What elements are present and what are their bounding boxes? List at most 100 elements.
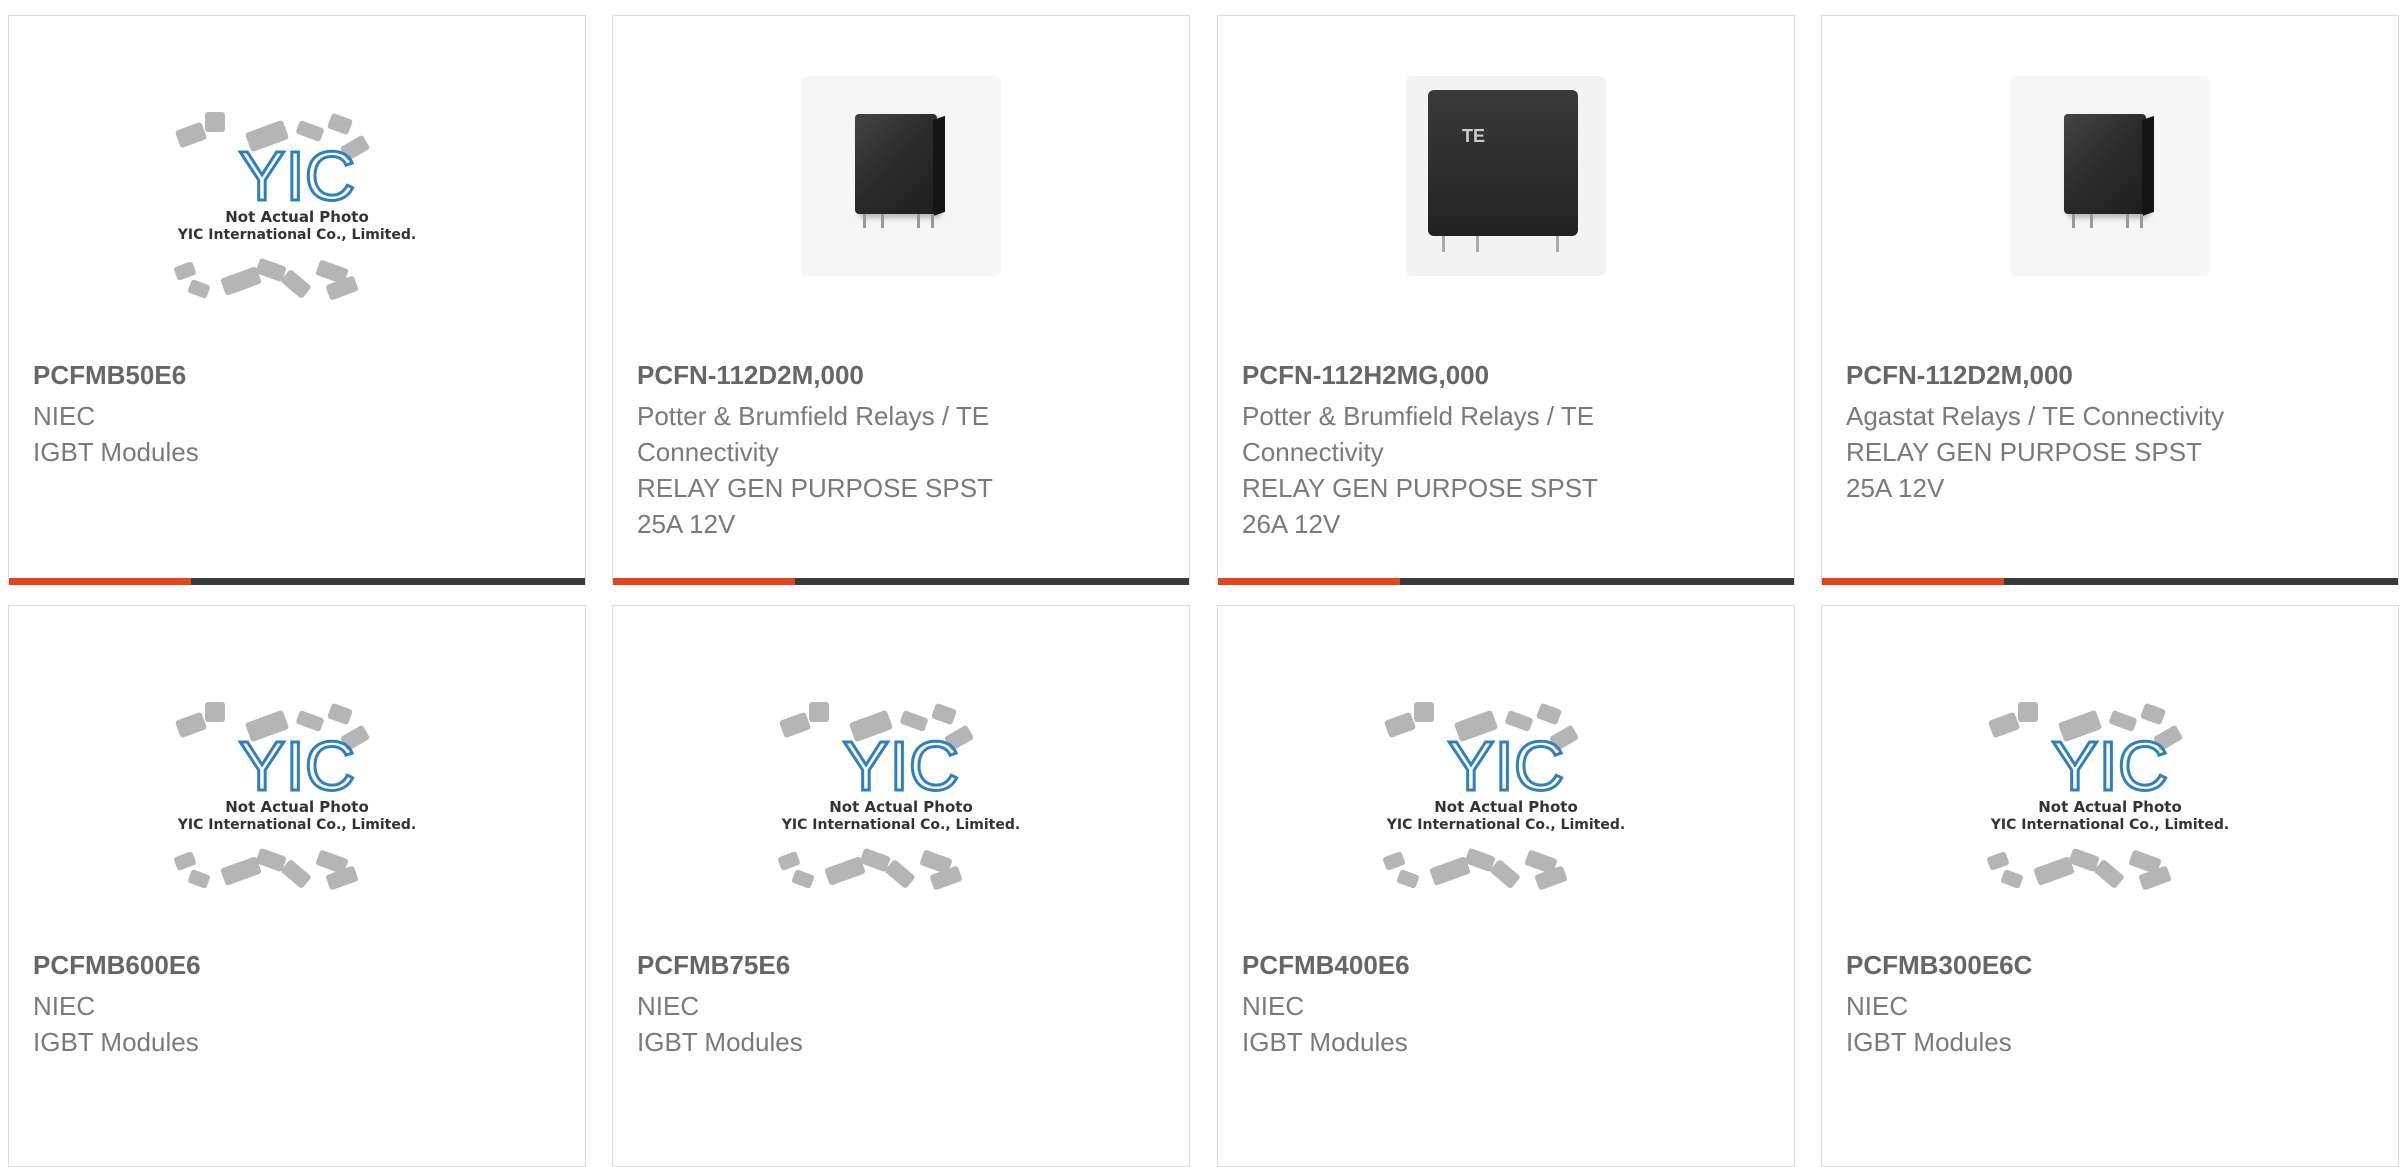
part-number[interactable]: PCFMB400E6 — [1242, 950, 1410, 981]
description-line: NIEC — [1846, 991, 1909, 1021]
placeholder-company: YIC International Co., Limited. — [781, 817, 1021, 833]
description-line: IGBT Modules — [33, 437, 199, 467]
description-line: RELAY GEN PURPOSE SPST — [637, 473, 993, 503]
yic-logo-text: YIC — [843, 727, 960, 805]
chip-icon — [1489, 858, 1521, 890]
product-image[interactable]: YIC Not Actual Photo YIC International Co.… — [147, 666, 447, 906]
part-number[interactable]: PCFN-112D2M,000 — [637, 360, 864, 391]
chip-icon — [280, 268, 312, 300]
description-line: IGBT Modules — [33, 1027, 199, 1057]
yic-logo-text: YIC — [239, 137, 356, 215]
product-image[interactable] — [751, 76, 1051, 316]
placeholder-note: Not Actual Photo — [225, 798, 369, 816]
relay-body — [855, 114, 937, 214]
relay-pin — [1556, 236, 1559, 252]
card-bottom-bar — [613, 578, 1189, 585]
relay-pin — [1442, 236, 1445, 252]
product-description: Potter & Brumfield Relays / TE Connectivi… — [637, 398, 1057, 542]
part-number[interactable]: PCFMB300E6C — [1846, 950, 2032, 981]
description-line: IGBT Modules — [1846, 1027, 2012, 1057]
description-line: RELAY GEN PURPOSE SPST — [1242, 473, 1598, 503]
chip-icon — [187, 279, 211, 299]
relay-side — [2142, 115, 2154, 217]
chip-icon — [777, 851, 801, 871]
placeholder-company: YIC International Co., Limited. — [177, 817, 417, 833]
placeholder-image: YIC Not Actual Photo YIC International Co.… — [147, 666, 447, 906]
chip-icon — [791, 869, 815, 889]
yic-logo-icon: YIC — [237, 136, 357, 216]
chip-icon — [930, 702, 958, 726]
chip-icon — [809, 702, 829, 722]
relay-pin — [917, 214, 920, 228]
product-grid: YIC Not Actual Photo YIC International Co.… — [0, 0, 2400, 1167]
description-line: NIEC — [33, 401, 96, 431]
product-image[interactable]: YIC Not Actual Photo YIC International Co.… — [1356, 666, 1656, 906]
yic-logo-icon: YIC — [841, 726, 961, 806]
relay-pin — [2126, 214, 2129, 228]
product-card[interactable]: YIC Not Actual Photo YIC International Co.… — [8, 15, 586, 585]
product-card[interactable]: YIC Not Actual Photo YIC International Co.… — [1217, 605, 1795, 1167]
chip-icon — [326, 112, 354, 136]
relay-body — [2064, 114, 2146, 214]
yic-logo-icon: YIC — [237, 726, 357, 806]
placeholder-note: Not Actual Photo — [829, 798, 973, 816]
description-line: Potter & Brumfield Relays / TE — [637, 401, 990, 431]
chip-icon — [187, 869, 211, 889]
te-logo-icon: TE — [1462, 126, 1486, 146]
placeholder-note: Not Actual Photo — [1434, 798, 1578, 816]
relay-image — [801, 76, 1001, 276]
description-line: 25A 12V — [1846, 473, 1945, 503]
card-accent-bar — [1822, 578, 2004, 585]
product-card[interactable]: PCFN-112D2M,000 Agastat Relays / TE Conne… — [1821, 15, 2399, 585]
relay-image — [2010, 76, 2210, 276]
relay-pin — [863, 214, 866, 228]
product-card[interactable]: PCFN-112D2M,000 Potter & Brumfield Relays… — [612, 15, 1190, 585]
product-description: Agastat Relays / TE Connectivity RELAY GE… — [1846, 398, 2266, 506]
placeholder-note: Not Actual Photo — [225, 208, 369, 226]
relay-body: TE — [1428, 90, 1578, 236]
part-number[interactable]: PCFMB600E6 — [33, 950, 201, 981]
chip-icon — [2093, 858, 2125, 890]
description-line: RELAY GEN PURPOSE SPST — [1846, 437, 2202, 467]
card-accent-bar — [613, 578, 795, 585]
description-line: NIEC — [637, 991, 700, 1021]
part-number[interactable]: PCFMB50E6 — [33, 360, 186, 391]
relay-pin — [1476, 236, 1479, 252]
yic-logo-text: YIC — [2052, 727, 2169, 805]
yic-logo-text: YIC — [1448, 727, 1565, 805]
description-line: 26A 12V — [1242, 509, 1341, 539]
product-description: NIEC IGBT Modules — [637, 988, 1057, 1060]
product-description: NIEC IGBT Modules — [33, 398, 453, 470]
chip-icon — [1535, 702, 1563, 726]
chip-icon — [1382, 851, 1406, 871]
chip-icon — [326, 702, 354, 726]
product-card[interactable]: YIC Not Actual Photo YIC International Co.… — [1821, 605, 2399, 1167]
part-number[interactable]: PCFMB75E6 — [637, 950, 790, 981]
description-line: IGBT Modules — [637, 1027, 803, 1057]
product-image[interactable] — [1960, 76, 2260, 316]
chip-icon — [884, 858, 916, 890]
relay-pin — [2140, 214, 2143, 228]
chip-icon — [1986, 851, 2010, 871]
part-number[interactable]: PCFN-112H2MG,000 — [1242, 360, 1489, 391]
yic-logo-icon: YIC — [1446, 726, 1566, 806]
product-image[interactable]: YIC Not Actual Photo YIC International Co.… — [147, 76, 447, 316]
product-description: Potter & Brumfield Relays / TE Connectivi… — [1242, 398, 1662, 542]
chip-icon — [1414, 702, 1434, 722]
relay-pin — [2090, 214, 2093, 228]
yic-logo-icon: YIC — [2050, 726, 2170, 806]
placeholder-note: Not Actual Photo — [2038, 798, 2182, 816]
product-card[interactable]: YIC Not Actual Photo YIC International Co.… — [612, 605, 1190, 1167]
relay-pin — [881, 214, 884, 228]
product-image[interactable]: TE — [1356, 76, 1656, 316]
description-line: NIEC — [33, 991, 96, 1021]
relay-side — [933, 115, 945, 217]
product-image[interactable]: YIC Not Actual Photo YIC International Co.… — [1960, 666, 2260, 906]
product-image[interactable]: YIC Not Actual Photo YIC International Co.… — [751, 666, 1051, 906]
product-card[interactable]: YIC Not Actual Photo YIC International Co.… — [8, 605, 586, 1167]
card-accent-bar — [1218, 578, 1400, 585]
chip-icon — [1396, 869, 1420, 889]
part-number[interactable]: PCFN-112D2M,000 — [1846, 360, 2073, 391]
product-card[interactable]: TE PCFN-112H2MG,000 Potter & Brumfield Rel… — [1217, 15, 1795, 585]
placeholder-image: YIC Not Actual Photo YIC International Co.… — [751, 666, 1051, 906]
